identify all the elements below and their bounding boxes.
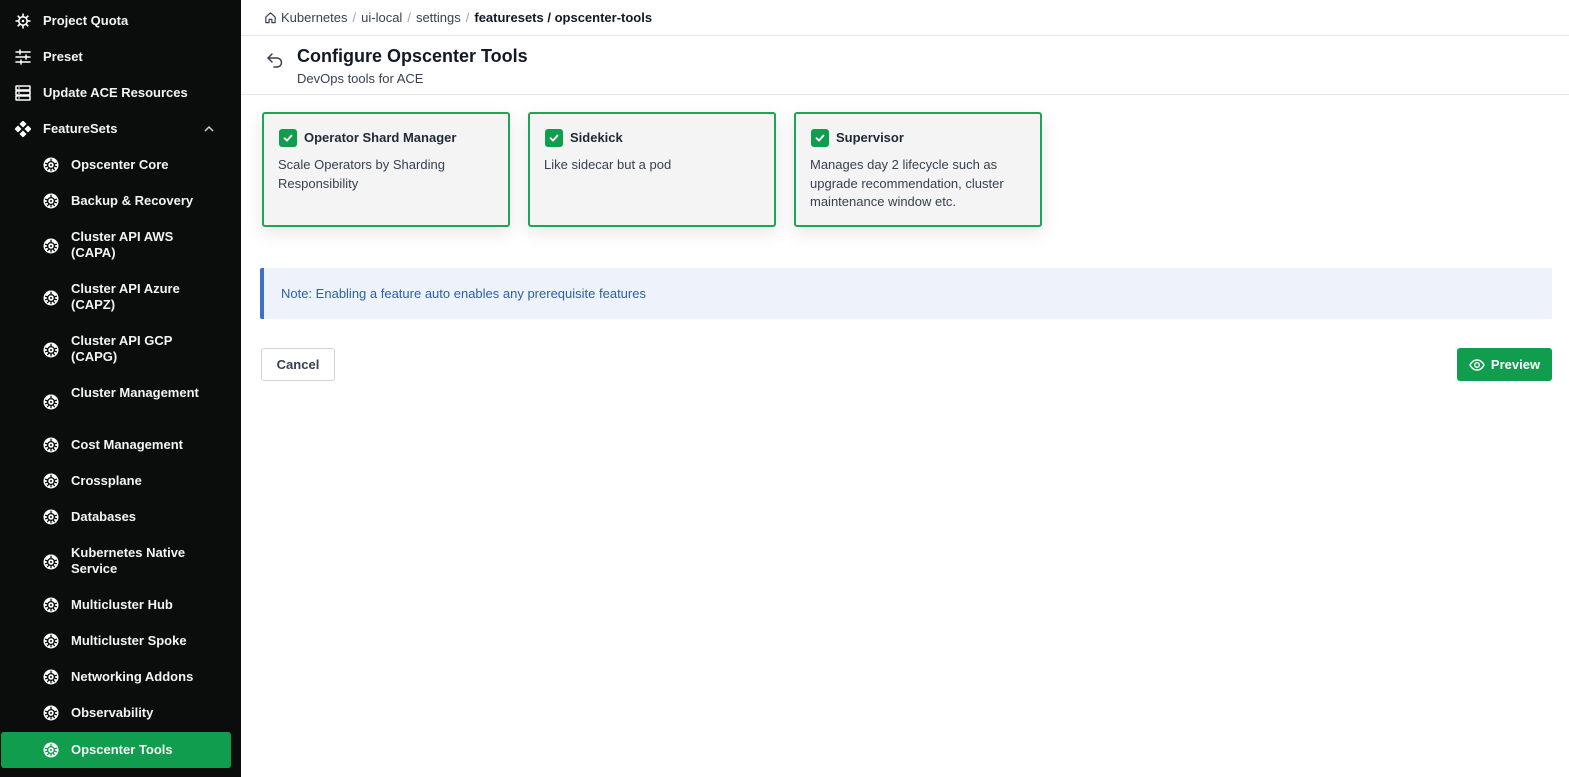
sidebar-subitem-label: Cluster Management	[71, 385, 199, 400]
sliders-icon	[15, 49, 31, 65]
sidebar-subitem-backup-recovery[interactable]: Backup & Recovery	[0, 193, 241, 209]
sidebar-subitem-label: Multicluster Spoke	[71, 633, 187, 648]
sidebar-item-label: Preset	[43, 49, 83, 64]
feature-title: Operator Shard Manager	[304, 130, 457, 145]
kubernetes-icon	[43, 238, 59, 254]
breadcrumb-current: featuresets / opscenter-tools	[474, 10, 653, 25]
sidebar-subitem-multicluster-spoke[interactable]: Multicluster Spoke	[0, 633, 241, 649]
feature-title: Sidekick	[570, 130, 623, 145]
checkbox-checked[interactable]	[811, 129, 829, 147]
cancel-button[interactable]: Cancel	[261, 348, 335, 381]
kubernetes-icon	[43, 633, 59, 649]
helm-wheel-icon	[15, 13, 31, 29]
chevron-up-icon[interactable]	[203, 123, 215, 135]
server-icon	[15, 85, 31, 101]
sidebar-subitem-label: Cluster API Azure (CAPZ)	[71, 281, 180, 312]
sidebar-subitem-kubernetes-native-service[interactable]: Kubernetes Native Service	[0, 545, 241, 578]
sidebar-item-project-quota[interactable]: Project Quota	[0, 13, 241, 29]
kubernetes-icon	[43, 669, 59, 685]
sidebar-subitem-opscenter-core[interactable]: Opscenter Core	[0, 157, 241, 173]
sidebar-subitem-label: Kubernetes Native Service	[71, 545, 186, 576]
feature-card-supervisor[interactable]: Supervisor Manages day 2 lifecycle such …	[794, 112, 1042, 227]
sidebar-item-label: FeatureSets	[43, 121, 118, 136]
sidebar-item-featuresets[interactable]: FeatureSets	[0, 121, 241, 137]
breadcrumb: Kubernetes / ui-local / settings / featu…	[241, 0, 1569, 36]
kubernetes-icon	[43, 157, 59, 173]
sidebar-item-preset[interactable]: Preset	[0, 49, 241, 65]
sidebar-subitem-label: Opscenter Tools	[71, 742, 173, 757]
page-title: Configure Opscenter Tools	[297, 46, 528, 66]
feature-title: Supervisor	[836, 130, 904, 145]
kubernetes-icon	[43, 705, 59, 721]
kubernetes-icon	[43, 509, 59, 525]
sidebar-subitem-label: Opscenter Core	[71, 157, 169, 172]
breadcrumb-separator: /	[352, 10, 357, 25]
breadcrumb-ui-local[interactable]: ui-local	[361, 10, 402, 25]
page-header: Configure Opscenter Tools DevOps tools f…	[241, 36, 1569, 95]
featuresets-icon	[15, 121, 31, 137]
sidebar-subitem-label: Cluster API GCP (CAPG)	[71, 333, 173, 364]
breadcrumb-separator: /	[465, 10, 470, 25]
sidebar-subitem-cluster-management[interactable]: Cluster Management	[0, 385, 241, 418]
sidebar-subitem-cluster-api-gcp-capg[interactable]: Cluster API GCP (CAPG)	[0, 333, 241, 366]
sidebar-subitem-label: Networking Addons	[71, 669, 194, 684]
check-icon	[549, 134, 559, 142]
sidebar-subitem-opscenter-tools[interactable]: Opscenter Tools	[1, 732, 231, 768]
sidebar-subitem-label: Observability	[71, 705, 154, 720]
sidebar-subitem-multicluster-hub[interactable]: Multicluster Hub	[0, 597, 241, 613]
sidebar-item-label: Project Quota	[43, 13, 129, 28]
checkbox-checked[interactable]	[545, 129, 563, 147]
sidebar-subitem-observability[interactable]: Observability	[0, 705, 241, 721]
sidebar-subitem-cluster-api-aws-capa[interactable]: Cluster API AWS (CAPA)	[0, 229, 241, 262]
sidebar-subitem-label: Multicluster Hub	[71, 597, 173, 612]
sidebar-item-update-ace-resources[interactable]: Update ACE Resources	[0, 85, 241, 101]
sidebar: Project Quota Preset Update ACE Resource…	[0, 0, 241, 777]
sidebar-item-label: Update ACE Resources	[43, 85, 188, 100]
preview-button[interactable]: Preview	[1457, 348, 1552, 381]
kubernetes-icon	[43, 394, 59, 410]
check-icon	[283, 134, 293, 142]
eye-icon	[1469, 358, 1485, 371]
page-subtitle: DevOps tools for ACE	[297, 71, 424, 86]
check-icon	[815, 134, 825, 142]
feature-card-operator-shard-manager[interactable]: Operator Shard Manager Scale Operators b…	[262, 112, 510, 227]
sidebar-subitem-cluster-api-azure-capz[interactable]: Cluster API Azure (CAPZ)	[0, 281, 241, 314]
sidebar-subitem-label: Backup & Recovery	[71, 193, 194, 208]
sidebar-subitem-label: Crossplane	[71, 473, 142, 488]
feature-card-sidekick[interactable]: Sidekick Like sidecar but a pod	[528, 112, 776, 227]
sidebar-subitem-cost-management[interactable]: Cost Management	[0, 437, 241, 453]
sidebar-subitem-crossplane[interactable]: Crossplane	[0, 473, 241, 489]
sidebar-subitem-label: Cost Management	[71, 437, 183, 452]
breadcrumb-separator: /	[407, 10, 411, 25]
kubernetes-icon	[43, 437, 59, 453]
breadcrumb-settings[interactable]: settings	[416, 10, 461, 25]
sidebar-subitem-label: Cluster API AWS (CAPA)	[71, 229, 174, 260]
preview-label: Preview	[1490, 357, 1541, 372]
note-text: Note: Enabling a feature auto enables an…	[281, 286, 646, 301]
kubernetes-icon	[43, 473, 59, 489]
kubernetes-icon	[43, 342, 59, 358]
checkbox-checked[interactable]	[279, 129, 297, 147]
kubernetes-icon	[43, 742, 59, 758]
breadcrumb-kubernetes[interactable]: Kubernetes	[281, 10, 348, 25]
feature-description: Manages day 2 lifecycle such as upgrade …	[810, 157, 1004, 209]
back-icon[interactable]	[265, 50, 285, 68]
kubernetes-icon	[43, 290, 59, 306]
info-note: Note: Enabling a feature auto enables an…	[260, 268, 1552, 319]
kubernetes-icon	[43, 554, 59, 570]
kubernetes-icon	[43, 597, 59, 613]
feature-description: Like sidecar but a pod	[544, 157, 672, 172]
sidebar-subitem-networking-addons[interactable]: Networking Addons	[0, 669, 241, 685]
feature-description: Scale Operators by Sharding Responsibili…	[278, 157, 445, 191]
sidebar-subitem-label: Databases	[71, 509, 137, 524]
sidebar-subitem-databases[interactable]: Databases	[0, 509, 241, 525]
home-icon[interactable]	[264, 11, 277, 24]
kubernetes-icon	[43, 193, 59, 209]
